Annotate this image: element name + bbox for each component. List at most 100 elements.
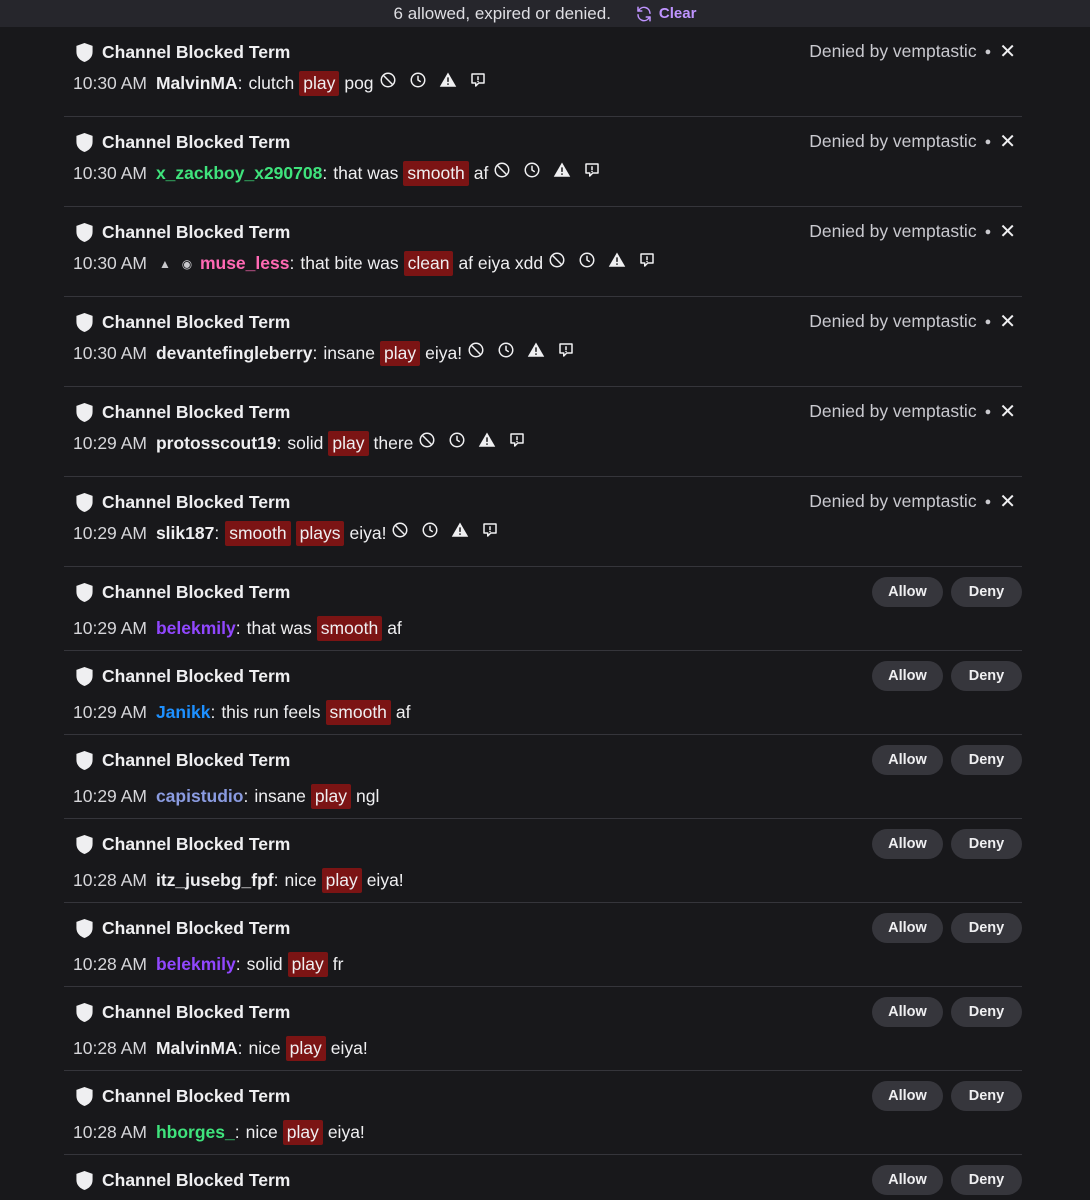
allow-button[interactable]: Allow [872, 997, 943, 1027]
ban-icon[interactable] [493, 161, 511, 179]
resolution-text: Denied by vemptastic [809, 41, 977, 61]
shield-icon [76, 667, 93, 686]
shield-icon [76, 1087, 93, 1106]
deny-button[interactable]: Deny [951, 997, 1022, 1027]
close-icon[interactable]: ✕ [999, 492, 1016, 512]
timeout-clock-icon[interactable] [578, 251, 596, 269]
close-icon[interactable]: ✕ [999, 132, 1016, 152]
deny-button[interactable]: Deny [951, 577, 1022, 607]
username[interactable]: belekmily [156, 618, 236, 639]
close-icon[interactable]: ✕ [999, 222, 1016, 242]
message-text: eiya! [366, 870, 404, 890]
warning-icon[interactable] [527, 341, 545, 359]
close-icon[interactable]: ✕ [999, 402, 1016, 422]
username[interactable]: slik187 [156, 523, 214, 544]
allow-button[interactable]: Allow [872, 745, 943, 775]
separator-dot: ● [984, 135, 992, 148]
clear-label: Clear [658, 5, 697, 22]
username[interactable]: muse_less [200, 253, 290, 274]
ban-icon[interactable] [379, 71, 397, 89]
event-title: Channel Blocked Term [102, 402, 291, 422]
deny-button[interactable]: Deny [951, 1081, 1022, 1111]
report-icon[interactable] [469, 71, 487, 89]
deny-button[interactable]: Deny [951, 745, 1022, 775]
timeout-clock-icon[interactable] [421, 521, 439, 539]
deny-button[interactable]: Deny [951, 661, 1022, 691]
timeout-clock-icon[interactable] [409, 71, 427, 89]
separator-dot: ● [984, 315, 992, 328]
timeout-clock-icon[interactable] [448, 431, 466, 449]
report-icon[interactable] [583, 161, 601, 179]
username[interactable]: protosscout19 [156, 433, 277, 454]
warning-icon[interactable] [451, 521, 469, 539]
blocked-term-item: Channel Blocked Term Allow Deny [64, 1155, 1022, 1200]
blocked-term-highlight: play [285, 1036, 326, 1061]
deny-button[interactable]: Deny [951, 913, 1022, 943]
username[interactable]: belekmily [156, 954, 236, 975]
resolution-text: Denied by vemptastic [809, 221, 977, 241]
report-icon[interactable] [638, 251, 656, 269]
allow-button[interactable]: Allow [872, 1165, 943, 1195]
resolution-text: Denied by vemptastic [809, 131, 977, 151]
warning-icon[interactable] [553, 161, 571, 179]
allow-button[interactable]: Allow [872, 829, 943, 859]
warning-icon[interactable] [608, 251, 626, 269]
ban-icon[interactable] [548, 251, 566, 269]
timestamp: 10:30 AM [73, 73, 147, 93]
timeout-clock-icon[interactable] [497, 341, 515, 359]
event-title: Channel Blocked Term [102, 582, 291, 602]
deny-button[interactable]: Deny [951, 829, 1022, 859]
username[interactable]: hborges_ [156, 1122, 235, 1143]
separator-dot: ● [984, 405, 992, 418]
message-text: af eiya xdd [458, 253, 544, 273]
message-text: eiya! [327, 1122, 365, 1142]
resolution-text: Denied by vemptastic [809, 401, 977, 421]
decision-buttons: Allow Deny [872, 829, 1022, 859]
event-title: Channel Blocked Term [102, 492, 291, 512]
message-text: nice [284, 870, 317, 890]
message-actions [467, 341, 575, 359]
report-icon[interactable] [557, 341, 575, 359]
clear-button[interactable]: Clear [635, 5, 697, 23]
timeout-clock-icon[interactable] [523, 161, 541, 179]
blocked-term-highlight: play [321, 868, 362, 893]
item-header: Channel Blocked Term [75, 222, 290, 243]
message-actions [379, 71, 487, 89]
allow-button[interactable]: Allow [872, 1081, 943, 1111]
close-icon[interactable]: ✕ [999, 312, 1016, 332]
report-icon[interactable] [481, 521, 499, 539]
allow-button[interactable]: Allow [872, 913, 943, 943]
message-actions [548, 251, 656, 269]
chat-message: 10:28 AM itz_jusebg_fpf: nice play eiya! [73, 868, 409, 893]
close-icon[interactable]: ✕ [999, 42, 1016, 62]
message-text: eiya! [330, 1038, 368, 1058]
blocked-term-highlight: play [287, 952, 328, 977]
ban-icon[interactable] [391, 521, 409, 539]
timestamp: 10:28 AM [73, 954, 147, 974]
warning-icon[interactable] [439, 71, 457, 89]
blocked-term-highlight: smooth [325, 700, 391, 725]
deny-button[interactable]: Deny [951, 1165, 1022, 1195]
shield-icon [76, 403, 93, 422]
message-colon: : [234, 1122, 240, 1142]
blocked-term-highlight: smooth [403, 161, 469, 186]
blocked-term-highlight: play [379, 341, 421, 366]
username[interactable]: MalvinMA [156, 1038, 238, 1059]
ban-icon[interactable] [467, 341, 485, 359]
username[interactable]: MalvinMA [156, 73, 238, 94]
warning-icon[interactable] [478, 431, 496, 449]
ban-icon[interactable] [418, 431, 436, 449]
allow-button[interactable]: Allow [872, 577, 943, 607]
allow-button[interactable]: Allow [872, 661, 943, 691]
item-header: Channel Blocked Term [75, 42, 290, 63]
resolution-status: Denied by vemptastic ● ✕ [809, 221, 1016, 242]
username[interactable]: x_zackboy_x290708 [156, 163, 322, 184]
message-text: insane [323, 343, 375, 363]
timestamp: 10:29 AM [73, 702, 147, 722]
username[interactable]: capistudio [156, 786, 244, 807]
report-icon[interactable] [508, 431, 526, 449]
username[interactable]: itz_jusebg_fpf [156, 870, 274, 891]
username[interactable]: devantefingleberry [156, 343, 313, 364]
username[interactable]: Janikk [156, 702, 210, 723]
chat-message: 10:30 AM x_zackboy_x290708: that was smooth… [73, 161, 601, 186]
